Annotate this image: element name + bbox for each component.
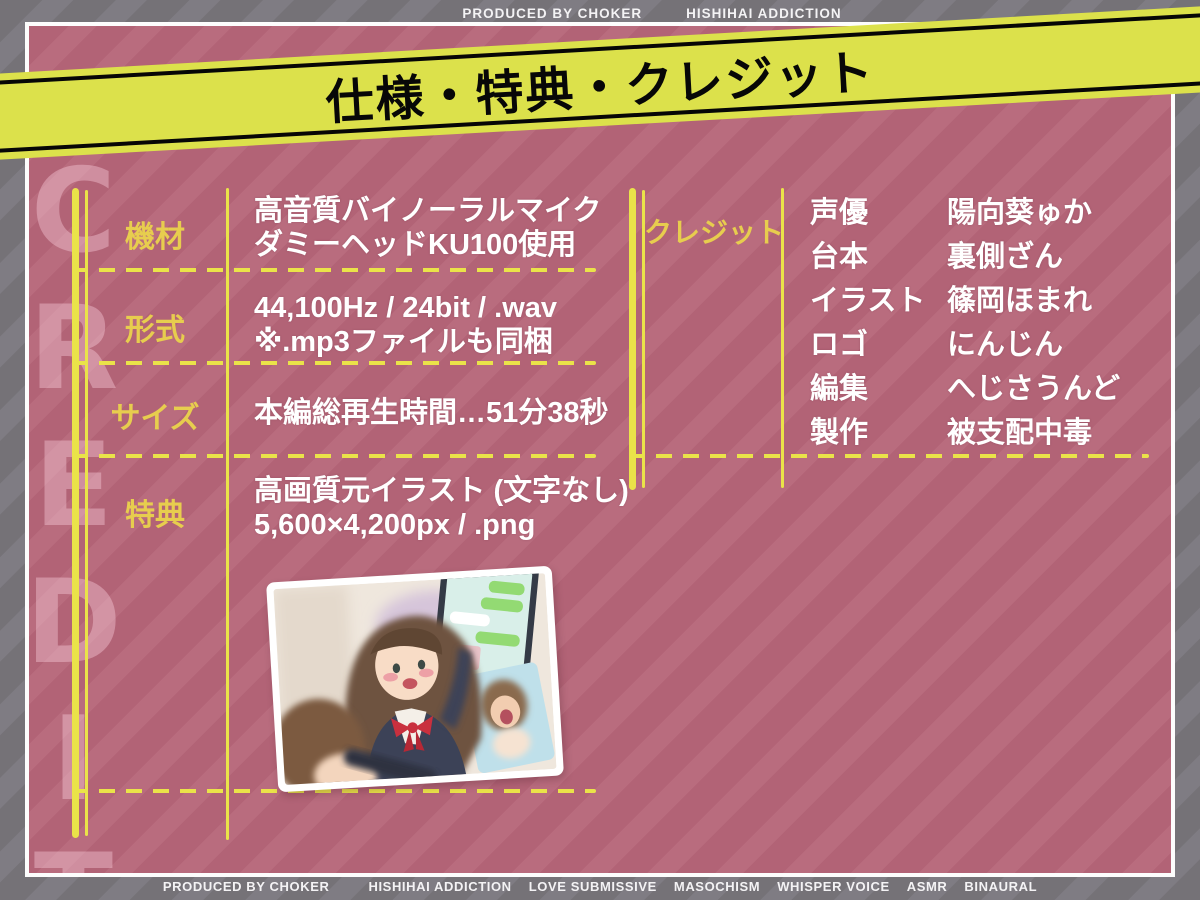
credit-table-label: クレジット <box>644 211 780 251</box>
spec-label-format: 形式 <box>84 305 226 349</box>
credit-row-logo: ロゴ にんじん <box>810 320 1120 364</box>
spec-value-bonus: 高画質元イラスト (文字なし)5,600×4,200px / .png <box>254 474 629 542</box>
credit-name-production: 被支配中毒 <box>947 409 1092 451</box>
spec-row-divider-1 <box>72 268 596 272</box>
credit-row-illustration: イラスト 篠岡ほまれ <box>810 276 1120 320</box>
spec-value-bonus-line2: 5,600×4,200px / .png <box>254 509 535 541</box>
top-bar-producer-text: PRODUCED BY CHOKER <box>462 6 642 21</box>
spec-row-divider-2 <box>72 361 596 365</box>
spec-value-equipment: 高音質バイノーラルマイクダミーヘッドKU100使用 <box>254 194 601 262</box>
credit-role-illustration: イラスト <box>810 277 947 319</box>
spec-value-format-line2: ※.mp3ファイルも同梱 <box>254 326 553 358</box>
spec-value-equipment-line1: 高音質バイノーラルマイク <box>254 195 601 227</box>
page: { "top_bar": { "left_text": "PRODUCED BY… <box>0 0 1200 900</box>
spec-label-size: サイズ <box>84 393 226 437</box>
credit-row-production: 製作 被支配中毒 <box>810 408 1120 452</box>
spec-value-size-line1: 本編総再生時間…51分38秒 <box>254 397 609 429</box>
credit-name-script: 裏側ざん <box>947 233 1063 275</box>
footer-item-title: HISHIHAI ADDICTION <box>368 879 511 894</box>
spec-row-divider-4 <box>72 789 596 793</box>
footer-item-producer: PRODUCED BY CHOKER <box>163 879 330 894</box>
footer-item-whisper-voice: WHISPER VOICE <box>777 879 890 894</box>
spec-table-left-rule-thick <box>72 188 79 838</box>
spec-table-column-divider <box>226 188 229 840</box>
spec-row-divider-3 <box>72 454 596 458</box>
credit-role-editing: 編集 <box>810 365 947 407</box>
spec-value-bonus-line1: 高画質元イラスト (文字なし) <box>254 475 629 507</box>
bottom-bar: PRODUCED BY CHOKER HISHIHAI ADDICTION LO… <box>0 872 1200 900</box>
credit-table-left-rule-thick <box>629 188 636 490</box>
credit-role-script: 台本 <box>810 233 947 275</box>
credit-name-voice: 陽向葵ゅか <box>947 189 1092 231</box>
credit-name-logo: にんじん <box>947 321 1063 363</box>
credit-rows: 声優 陽向葵ゅか 台本 裏側ざん イラスト 篠岡ほまれ ロゴ にんじん 編集 へ… <box>810 188 1120 452</box>
credit-row-editing: 編集 へじさうんど <box>810 364 1120 408</box>
spec-value-equipment-line2: ダミーヘッドKU100使用 <box>254 229 576 261</box>
credit-role-logo: ロゴ <box>810 321 947 363</box>
spec-value-size: 本編総再生時間…51分38秒 <box>254 396 609 430</box>
top-bar-title-text: HISHIHAI ADDICTION <box>686 6 842 21</box>
footer-item-love-submissive: LOVE SUBMISSIVE <box>529 879 657 894</box>
credit-role-voice: 声優 <box>810 189 947 231</box>
spec-label-equipment: 機材 <box>84 212 226 256</box>
credit-row-voice: 声優 陽向葵ゅか <box>810 188 1120 232</box>
spec-value-format: 44,100Hz / 24bit / .wav※.mp3ファイルも同梱 <box>254 291 557 359</box>
bonus-illustration-thumbnail <box>266 566 564 793</box>
bonus-illustration-art <box>273 573 556 785</box>
credit-table-bottom-divider <box>629 454 1149 458</box>
credit-row-script: 台本 裏側ざん <box>810 232 1120 276</box>
spec-label-bonus: 特典 <box>84 490 226 534</box>
footer-item-binaural: BINAURAL <box>964 879 1037 894</box>
credit-role-production: 製作 <box>810 409 947 451</box>
footer-item-asmr: ASMR <box>907 879 948 894</box>
footer-item-masochism: MASOCHISM <box>674 879 760 894</box>
spec-value-format-line1: 44,100Hz / 24bit / .wav <box>254 292 557 324</box>
credit-name-illustration: 篠岡ほまれ <box>947 277 1092 319</box>
credit-name-editing: へじさうんど <box>947 365 1120 407</box>
